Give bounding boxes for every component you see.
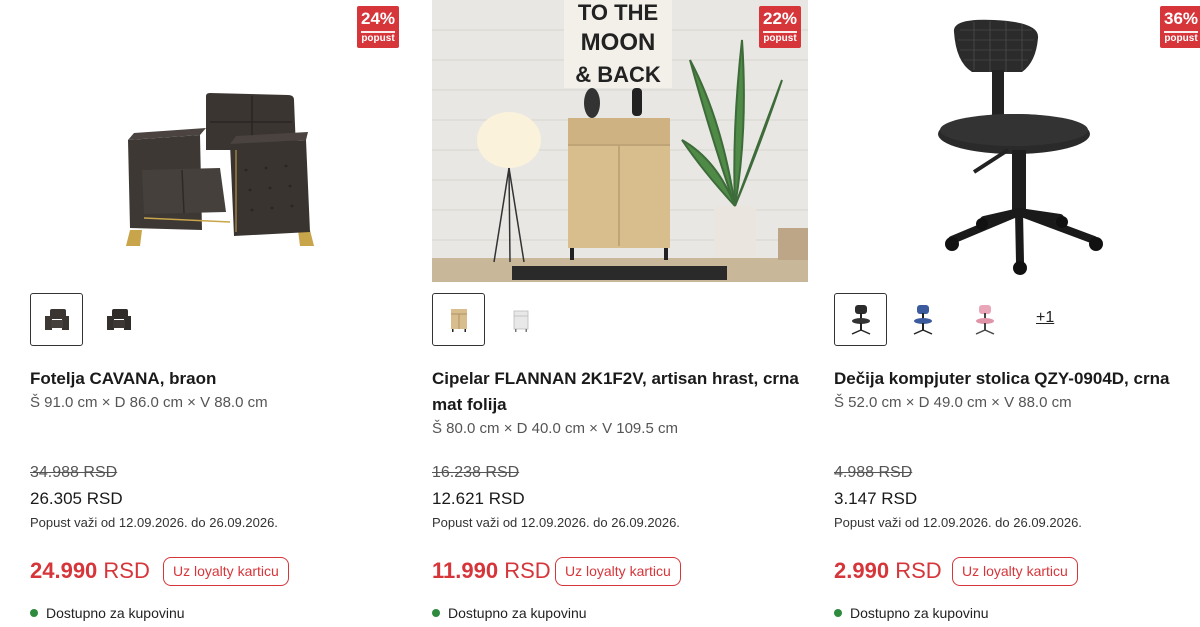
product-title[interactable]: Fotelja CAVANA, braon: [30, 366, 402, 392]
old-price: 4.988 RSD: [834, 464, 913, 481]
variant-thumb-white[interactable]: [494, 293, 547, 346]
product-card: 36% popust +1 Dečija kompjuter stolica Q…: [834, 0, 1200, 627]
variant-thumb-black[interactable]: [834, 293, 887, 346]
office-chair-blue-icon: [913, 304, 932, 335]
cabinet-oak-icon: [450, 308, 467, 332]
office-chair-image: [834, 0, 1200, 282]
poster-line-3: & BACK: [575, 62, 661, 87]
armchair-image: [30, 0, 406, 282]
badge-divider: [763, 31, 797, 33]
variant-thumb-armchair-2[interactable]: [92, 293, 145, 346]
discount-label: popust: [1164, 33, 1198, 44]
availability-dot-icon: [432, 609, 440, 617]
availability-status: Dostupno za kupovinu: [30, 605, 185, 621]
loyalty-price: 11.990 RSD: [432, 558, 551, 584]
loyalty-price: 2.990 RSD: [834, 558, 942, 584]
office-chair-black-icon: [851, 304, 870, 335]
loyalty-amount: 2.990: [834, 558, 890, 583]
availability-dot-icon: [834, 609, 842, 617]
availability-dot-icon: [30, 609, 38, 617]
old-price: 34.988 RSD: [30, 464, 118, 481]
loyalty-amount: 11.990: [432, 558, 499, 583]
discount-percent: 22%: [762, 9, 798, 28]
product-image[interactable]: 36% popust: [834, 0, 1200, 282]
loyalty-card-button[interactable]: Uz loyalty karticu: [555, 557, 681, 586]
promo-validity: Popust važi od 12.09.2026. do 26.09.2026…: [432, 515, 680, 530]
availability-text: Dostupno za kupovinu: [46, 605, 185, 621]
availability-text: Dostupno za kupovinu: [448, 605, 587, 621]
loyalty-currency: RSD: [504, 558, 551, 583]
sale-price: 3.147 RSD: [834, 489, 918, 508]
loyalty-currency: RSD: [103, 558, 150, 583]
product-dimensions: Š 91.0 cm × D 86.0 cm × V 88.0 cm: [30, 394, 268, 411]
product-card: TO THE MOON & BACK 22% popust Cipelar FL…: [432, 0, 812, 627]
badge-divider: [361, 31, 395, 33]
promo-validity: Popust važi od 12.09.2026. do 26.09.2026…: [834, 515, 1082, 530]
discount-badge: 24% popust: [357, 6, 399, 48]
armchair-dark-icon: [44, 308, 69, 330]
discount-badge: 36% popust: [1160, 6, 1200, 48]
availability-text: Dostupno za kupovinu: [850, 605, 989, 621]
loyalty-card-button[interactable]: Uz loyalty karticu: [952, 557, 1078, 586]
poster-line-1: TO THE: [578, 0, 658, 25]
variant-thumb-oak[interactable]: [432, 293, 485, 346]
discount-percent: 24%: [360, 9, 396, 28]
sale-price: 26.305 RSD: [30, 489, 123, 508]
product-title[interactable]: Dečija kompjuter stolica QZY-0904D, crna: [834, 366, 1200, 392]
discount-label: popust: [361, 33, 395, 44]
product-dimensions: Š 80.0 cm × D 40.0 cm × V 109.5 cm: [432, 420, 678, 437]
variant-thumb-pink[interactable]: [958, 293, 1011, 346]
more-variants-link[interactable]: +1: [1036, 309, 1054, 327]
availability-status: Dostupno za kupovinu: [432, 605, 587, 621]
variant-thumb-armchair[interactable]: [30, 293, 83, 346]
loyalty-price: 24.990 RSD: [30, 558, 150, 584]
product-image[interactable]: TO THE MOON & BACK 22% popust: [432, 0, 808, 282]
discount-badge: 22% popust: [759, 6, 801, 48]
availability-status: Dostupno za kupovinu: [834, 605, 989, 621]
product-dimensions: Š 52.0 cm × D 49.0 cm × V 88.0 cm: [834, 394, 1072, 411]
promo-validity: Popust važi od 12.09.2026. do 26.09.2026…: [30, 515, 278, 530]
product-image[interactable]: 24% popust: [30, 0, 406, 282]
old-price: 16.238 RSD: [432, 464, 520, 481]
loyalty-amount: 24.990: [30, 558, 98, 583]
armchair-dark-icon: [106, 308, 131, 330]
discount-label: popust: [763, 33, 797, 44]
loyalty-card-button[interactable]: Uz loyalty karticu: [163, 557, 289, 586]
product-title[interactable]: Cipelar FLANNAN 2K1F2V, artisan hrast, c…: [432, 366, 804, 418]
loyalty-currency: RSD: [895, 558, 942, 583]
discount-percent: 36%: [1163, 9, 1199, 28]
poster-line-2: MOON: [581, 29, 656, 56]
cabinet-white-icon: [513, 310, 528, 332]
office-chair-pink-icon: [975, 304, 994, 335]
badge-divider: [1164, 31, 1198, 33]
product-card: 24% popust Fotelja CAVANA, braon Š 91.0 …: [30, 0, 410, 627]
shoe-cabinet-image: TO THE MOON & BACK: [432, 0, 808, 282]
sale-price: 12.621 RSD: [432, 489, 525, 508]
variant-thumb-blue[interactable]: [896, 293, 949, 346]
